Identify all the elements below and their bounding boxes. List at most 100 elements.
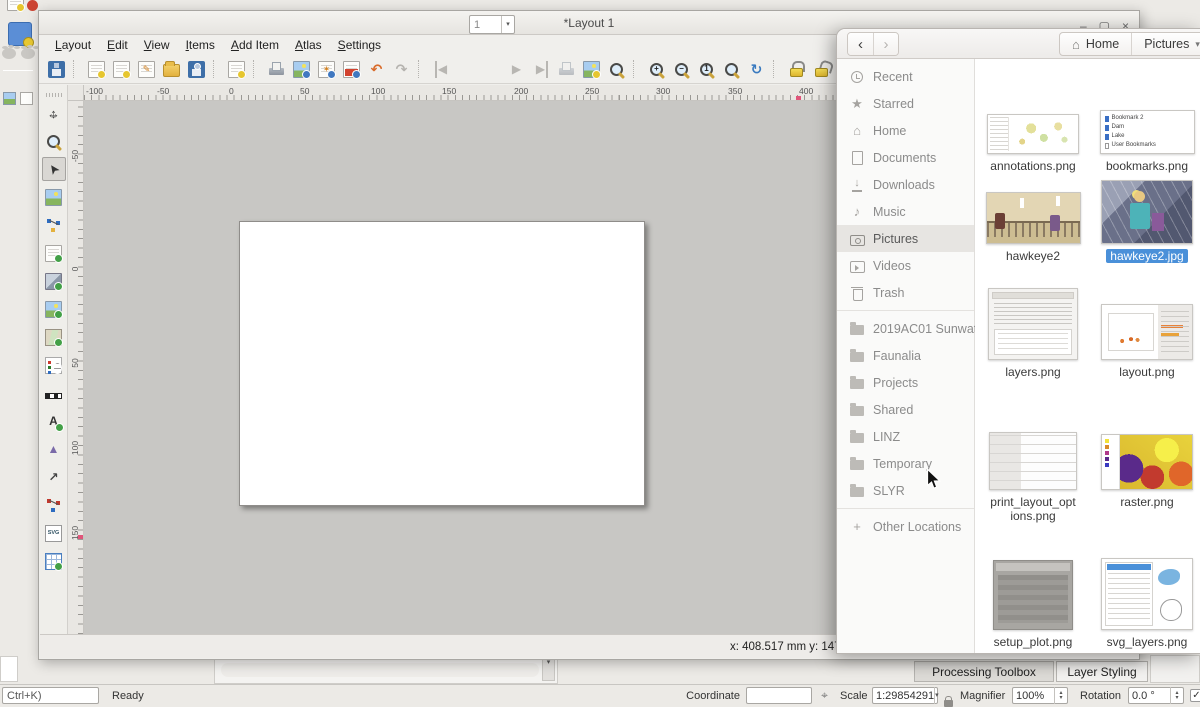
sidebar-item-downloads[interactable]: ↓Downloads xyxy=(837,171,974,198)
file-annotations[interactable]: annotations.png xyxy=(979,87,1087,173)
sidebar-item-documents[interactable]: Documents xyxy=(837,144,974,171)
file-bookmarks[interactable]: Bookmark 2 Dam Lake User Bookmarks bookm… xyxy=(1093,87,1200,173)
sidebar-item-temporary[interactable]: Temporary xyxy=(837,450,974,477)
sidebar-item-faunalia[interactable]: Faunalia xyxy=(837,342,974,369)
atlas-first-button[interactable]: ◀ xyxy=(430,58,453,81)
atlas-next-button[interactable]: ▶ xyxy=(505,58,528,81)
add-scalebar-tool[interactable] xyxy=(42,381,66,405)
file-raster[interactable]: raster.png xyxy=(1093,427,1200,509)
file-print-layout-options[interactable]: print_layout_options.png xyxy=(979,427,1087,523)
atlas-page-spinner[interactable]: 1 ▾ xyxy=(469,15,515,34)
undo-button[interactable]: ↶ xyxy=(365,58,388,81)
export-pdf-button[interactable] xyxy=(340,58,363,81)
add-legend-tool[interactable] xyxy=(42,353,66,377)
duplicate-layout-button[interactable] xyxy=(110,58,133,81)
add-node-item-tool[interactable] xyxy=(42,493,66,517)
add-picture-tool[interactable] xyxy=(42,297,66,321)
atlas-last-button[interactable]: ▶ xyxy=(530,58,553,81)
sidebar-item-recent[interactable]: Recent xyxy=(837,63,974,90)
dock-tab-icon[interactable] xyxy=(3,92,16,105)
menu-view[interactable]: View xyxy=(136,37,178,53)
paw-icon-2[interactable] xyxy=(21,48,35,59)
zoom-full-button[interactable] xyxy=(720,58,743,81)
unlock-items-button[interactable] xyxy=(810,58,833,81)
scale-dropdown-icon[interactable]: ▾ xyxy=(934,687,939,704)
paw-icon[interactable] xyxy=(2,48,16,59)
sidebar-item-projects[interactable]: Projects xyxy=(837,369,974,396)
coordinate-input[interactable] xyxy=(746,687,812,704)
select-move-item-tool[interactable]: ➤ xyxy=(42,157,66,181)
menu-items[interactable]: Items xyxy=(178,37,223,53)
layout-page[interactable] xyxy=(239,221,645,506)
move-item-content-tool[interactable] xyxy=(42,185,66,209)
layout-canvas[interactable] xyxy=(84,101,841,634)
atlas-preview-button[interactable] xyxy=(605,58,628,81)
rotation-spinner[interactable]: 0.0 ° ▴▾ xyxy=(1128,687,1184,704)
path-pictures-button[interactable]: Pictures ▾ xyxy=(1131,33,1200,55)
sidebar-item-2019ac01-sunwater[interactable]: 2019AC01 Sunwater xyxy=(837,315,974,342)
edit-nodes-item-tool[interactable] xyxy=(42,213,66,237)
file-layout[interactable]: layout.png xyxy=(1093,281,1200,379)
file-layers[interactable]: layers.png xyxy=(979,281,1087,379)
add-pages-button[interactable] xyxy=(225,58,248,81)
menu-settings[interactable]: Settings xyxy=(330,37,389,53)
zoom-in-button[interactable]: + xyxy=(645,58,668,81)
menu-layout[interactable]: Layout xyxy=(47,37,99,53)
new-layout-button[interactable] xyxy=(85,58,108,81)
redo-button[interactable]: ↷ xyxy=(390,58,413,81)
scale-combo[interactable]: 1:29854291 ▾ xyxy=(872,687,938,704)
pan-tool[interactable]: ↔↕ xyxy=(42,101,66,125)
add-label-tool[interactable]: A xyxy=(42,409,66,433)
render-checkbox[interactable]: ✓ xyxy=(1190,689,1200,702)
export-image-button[interactable] xyxy=(290,58,313,81)
dock-tab-layer-styling[interactable]: Layer Styling xyxy=(1056,661,1148,682)
spinner-arrows-icon[interactable]: ▴▾ xyxy=(1054,687,1067,704)
spinner-arrows-icon[interactable]: ▴▾ xyxy=(1170,687,1183,704)
menu-atlas[interactable]: Atlas xyxy=(287,37,330,53)
locator-input[interactable] xyxy=(2,687,99,704)
file-setup-plot[interactable]: setup_plot.png xyxy=(979,557,1087,649)
sidebar-item-trash[interactable]: Trash xyxy=(837,279,974,306)
magnifier-spinner[interactable]: 100% ▴▾ xyxy=(1012,687,1068,704)
save-as-template-button[interactable] xyxy=(185,58,208,81)
add-page-tool[interactable] xyxy=(42,241,66,265)
cut-toolbar-icon[interactable] xyxy=(7,0,24,11)
spinner-caret-icon[interactable]: ▾ xyxy=(501,16,514,33)
open-template-button[interactable] xyxy=(160,58,183,81)
print-layout-button[interactable] xyxy=(265,58,288,81)
plugin-icon[interactable] xyxy=(8,22,32,46)
menu-edit[interactable]: Edit xyxy=(99,37,136,53)
file-hawkeye2-jpg[interactable]: hawkeye2.jpg xyxy=(1093,179,1200,263)
sidebar-item-shared[interactable]: Shared xyxy=(837,396,974,423)
sidebar-item-pictures[interactable]: Pictures xyxy=(837,225,974,252)
menu-add-item[interactable]: Add Item xyxy=(223,37,287,53)
add-arrow-tool[interactable]: ↗ xyxy=(42,465,66,489)
zoom-out-button[interactable]: − xyxy=(670,58,693,81)
sidebar-item-videos[interactable]: Videos xyxy=(837,252,974,279)
drag-handle[interactable] xyxy=(46,93,62,97)
print-atlas-button[interactable] xyxy=(555,58,578,81)
sidebar-item-home[interactable]: ⌂Home xyxy=(837,117,974,144)
add-svg-tool[interactable]: SVG xyxy=(42,521,66,545)
sidebar-item-linz[interactable]: LINZ xyxy=(837,423,974,450)
refresh-view-button[interactable]: ↻ xyxy=(745,58,768,81)
add-3d-map-tool[interactable] xyxy=(42,269,66,293)
path-home-button[interactable]: ⌂ Home xyxy=(1060,33,1131,55)
zoom-actual-button[interactable]: 1 xyxy=(695,58,718,81)
dock-tab-icon-2[interactable] xyxy=(20,92,33,105)
back-button[interactable]: ‹ xyxy=(848,33,873,55)
dock-tab-processing-toolbox[interactable]: Processing Toolbox xyxy=(914,661,1054,682)
file-hawkeye2[interactable]: hawkeye2 xyxy=(979,179,1087,263)
extent-icon[interactable]: ⌖ xyxy=(816,687,833,704)
forward-button[interactable]: › xyxy=(873,33,898,55)
layout-manager-button[interactable]: ✎ xyxy=(135,58,158,81)
export-svg-button[interactable]: ✶ xyxy=(315,58,338,81)
sidebar-item-starred[interactable]: ★Starred xyxy=(837,90,974,117)
add-north-arrow-tool[interactable]: ▲ xyxy=(42,437,66,461)
add-attribute-table-tool[interactable] xyxy=(42,549,66,573)
zoom-tool[interactable] xyxy=(42,129,66,153)
atlas-settings-button[interactable] xyxy=(580,58,603,81)
file-svg-layers[interactable]: svg_layers.png xyxy=(1093,557,1200,649)
sidebar-item-other-locations[interactable]: +Other Locations xyxy=(837,513,974,540)
lock-items-button[interactable] xyxy=(785,58,808,81)
